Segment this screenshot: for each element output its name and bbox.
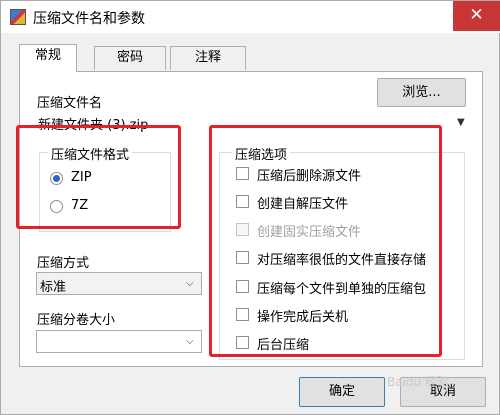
split-size-label: 压缩分卷大小 <box>37 313 116 328</box>
options-highlight-box <box>209 125 442 357</box>
browse-button[interactable]: 浏览... <box>377 78 466 107</box>
title-bar: 压缩文件名和参数 ✕ <box>1 1 500 33</box>
method-chevron-down-icon: ⌵ <box>186 278 194 289</box>
archive-name-dropdown-icon[interactable]: ▼ <box>457 118 467 128</box>
window-title: 压缩文件名和参数 <box>33 11 145 27</box>
ok-button[interactable]: 确定 <box>299 377 385 407</box>
winrar-app-icon <box>10 9 26 25</box>
format-highlight-box <box>16 125 181 229</box>
tab-comment[interactable]: 注释 <box>170 46 246 70</box>
split-size-chevron-down-icon: ⌵ <box>186 336 194 347</box>
split-size-select[interactable]: ⌵ <box>36 330 202 353</box>
close-button[interactable]: ✕ <box>453 1 500 31</box>
tab-password[interactable]: 密码 <box>94 46 166 70</box>
dialog-window: 压缩文件名和参数 ✕ 常规 密码 注释 压缩文件名 浏览... 新建文件夹 (3… <box>0 0 500 415</box>
method-value: 标准 <box>40 280 67 295</box>
archive-name-label: 压缩文件名 <box>37 96 103 111</box>
watermark-text: Baidu 经验 <box>387 375 449 389</box>
method-label: 压缩方式 <box>37 256 90 271</box>
method-select[interactable]: 标准 ⌵ <box>36 272 202 295</box>
tab-general[interactable]: 常规 <box>19 44 77 72</box>
